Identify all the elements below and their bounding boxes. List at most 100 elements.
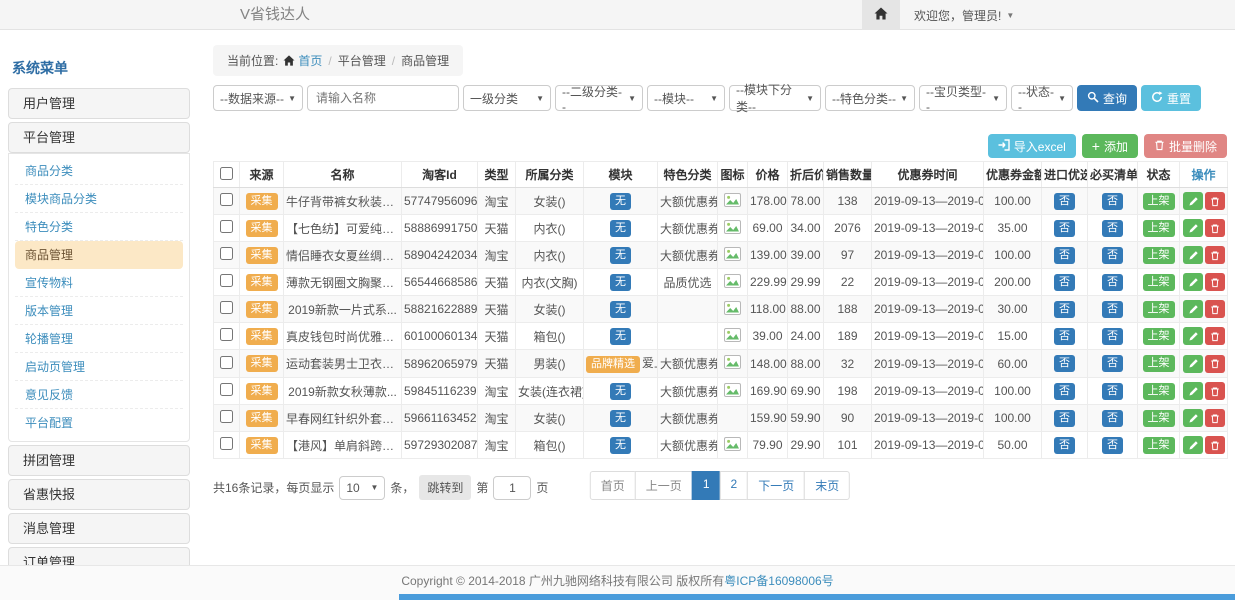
user-menu[interactable]: 欢迎您，管理员! ▼: [900, 0, 1014, 30]
edit-button[interactable]: [1183, 246, 1203, 264]
delete-button[interactable]: [1205, 192, 1225, 210]
must-buy-badge[interactable]: 否: [1102, 193, 1123, 210]
jump-to-button[interactable]: 跳转到: [419, 475, 471, 500]
sidebar-item-9[interactable]: 平台配置: [15, 409, 183, 436]
module-badge[interactable]: 无: [610, 274, 631, 291]
row-checkbox[interactable]: [220, 220, 233, 233]
filter-select-0[interactable]: 一级分类▼: [463, 85, 551, 111]
edit-button[interactable]: [1183, 382, 1203, 400]
edit-button[interactable]: [1183, 436, 1203, 454]
sidebar-item-7[interactable]: 启动页管理: [15, 353, 183, 381]
sidebar-section-3[interactable]: 省惠快报: [8, 479, 190, 510]
sidebar-item-6[interactable]: 轮播管理: [15, 325, 183, 353]
page-button-5[interactable]: 末页: [804, 471, 850, 500]
search-button[interactable]: 查询: [1077, 85, 1137, 111]
edit-button[interactable]: [1183, 219, 1203, 237]
status-badge[interactable]: 上架: [1143, 193, 1175, 210]
must-buy-badge[interactable]: 否: [1102, 437, 1123, 454]
module-badge[interactable]: 无: [610, 410, 631, 427]
sidebar-item-2[interactable]: 特色分类: [15, 213, 183, 241]
data-source-select[interactable]: --数据来源-- ▼: [213, 85, 303, 111]
status-badge[interactable]: 上架: [1143, 355, 1175, 372]
import-select-badge[interactable]: 否: [1054, 220, 1075, 237]
page-button-1[interactable]: 上一页: [635, 471, 693, 500]
sidebar-section-0[interactable]: 用户管理: [8, 88, 190, 119]
page-button-3[interactable]: 2: [720, 471, 749, 500]
edit-button[interactable]: [1183, 192, 1203, 210]
must-buy-badge[interactable]: 否: [1102, 410, 1123, 427]
delete-button[interactable]: [1205, 246, 1225, 264]
select-all-checkbox[interactable]: [220, 167, 233, 180]
sidebar-section-2[interactable]: 拼团管理: [8, 445, 190, 476]
import-excel-button[interactable]: 导入excel: [988, 134, 1076, 158]
sidebar-item-1[interactable]: 模块商品分类: [15, 185, 183, 213]
import-select-badge[interactable]: 否: [1054, 247, 1075, 264]
import-select-badge[interactable]: 否: [1054, 274, 1075, 291]
row-checkbox[interactable]: [220, 410, 233, 423]
must-buy-badge[interactable]: 否: [1102, 383, 1123, 400]
sidebar-item-4[interactable]: 宣传物料: [15, 269, 183, 297]
sidebar-item-8[interactable]: 意见反馈: [15, 381, 183, 409]
sidebar-item-3[interactable]: 商品管理: [15, 241, 183, 269]
module-badge[interactable]: 无: [610, 193, 631, 210]
module-badge[interactable]: 无: [610, 328, 631, 345]
filter-select-4[interactable]: --特色分类--▼: [825, 85, 915, 111]
page-button-4[interactable]: 下一页: [747, 471, 805, 500]
delete-button[interactable]: [1205, 436, 1225, 454]
must-buy-badge[interactable]: 否: [1102, 355, 1123, 372]
import-select-badge[interactable]: 否: [1054, 193, 1075, 210]
delete-button[interactable]: [1205, 273, 1225, 291]
status-badge[interactable]: 上架: [1143, 437, 1175, 454]
page-button-0[interactable]: 首页: [590, 471, 636, 500]
must-buy-badge[interactable]: 否: [1102, 274, 1123, 291]
delete-button[interactable]: [1205, 219, 1225, 237]
module-badge[interactable]: 无: [610, 220, 631, 237]
page-number-input[interactable]: [493, 476, 531, 500]
name-search-input[interactable]: [307, 85, 459, 111]
sidebar-section-1[interactable]: 平台管理: [8, 122, 190, 153]
filter-select-1[interactable]: --二级分类--▼: [555, 85, 643, 111]
import-select-badge[interactable]: 否: [1054, 301, 1075, 318]
reset-button[interactable]: 重置: [1141, 85, 1201, 111]
import-select-badge[interactable]: 否: [1054, 410, 1075, 427]
import-select-badge[interactable]: 否: [1054, 437, 1075, 454]
edit-button[interactable]: [1183, 409, 1203, 427]
sidebar-item-0[interactable]: 商品分类: [15, 157, 183, 185]
breadcrumb-home-link[interactable]: 首页: [298, 54, 322, 68]
filter-select-5[interactable]: --宝贝类型--▼: [919, 85, 1007, 111]
edit-button[interactable]: [1183, 355, 1203, 373]
page-button-2[interactable]: 1: [692, 471, 721, 500]
module-badge[interactable]: 无: [610, 383, 631, 400]
row-checkbox[interactable]: [220, 301, 233, 314]
import-select-badge[interactable]: 否: [1054, 355, 1075, 372]
status-badge[interactable]: 上架: [1143, 274, 1175, 291]
row-checkbox[interactable]: [220, 328, 233, 341]
edit-button[interactable]: [1183, 300, 1203, 318]
page-size-select[interactable]: 10 ▼: [339, 476, 385, 500]
home-button[interactable]: [862, 0, 900, 30]
module-badge[interactable]: 无: [610, 437, 631, 454]
delete-button[interactable]: [1205, 355, 1225, 373]
add-button[interactable]: + 添加: [1082, 134, 1138, 158]
status-badge[interactable]: 上架: [1143, 383, 1175, 400]
must-buy-badge[interactable]: 否: [1102, 301, 1123, 318]
filter-select-2[interactable]: --模块--▼: [647, 85, 725, 111]
delete-button[interactable]: [1205, 409, 1225, 427]
delete-button[interactable]: [1205, 327, 1225, 345]
module-badge[interactable]: 无: [610, 301, 631, 318]
status-badge[interactable]: 上架: [1143, 247, 1175, 264]
import-select-badge[interactable]: 否: [1054, 383, 1075, 400]
import-select-badge[interactable]: 否: [1054, 328, 1075, 345]
sidebar-section-4[interactable]: 消息管理: [8, 513, 190, 544]
filter-select-3[interactable]: --模块下分类--▼: [729, 85, 821, 111]
edit-button[interactable]: [1183, 273, 1203, 291]
filter-select-6[interactable]: --状态--▼: [1011, 85, 1073, 111]
status-badge[interactable]: 上架: [1143, 220, 1175, 237]
module-badge[interactable]: 无: [610, 247, 631, 264]
status-badge[interactable]: 上架: [1143, 328, 1175, 345]
must-buy-badge[interactable]: 否: [1102, 247, 1123, 264]
edit-button[interactable]: [1183, 327, 1203, 345]
row-checkbox[interactable]: [220, 437, 233, 450]
sidebar-item-5[interactable]: 版本管理: [15, 297, 183, 325]
must-buy-badge[interactable]: 否: [1102, 220, 1123, 237]
